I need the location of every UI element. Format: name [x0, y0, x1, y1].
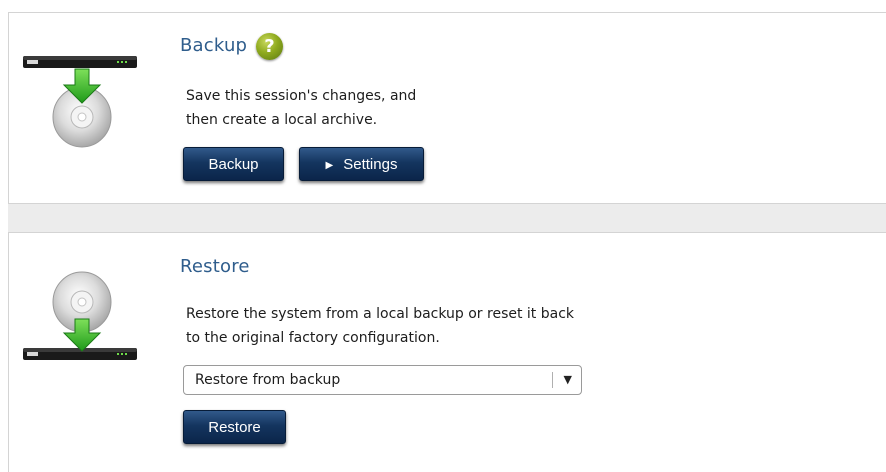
select-divider — [552, 372, 553, 388]
restore-mode-select[interactable]: Restore from backup ▼ — [183, 365, 582, 395]
restore-description-line2: to the original factory configuration. — [186, 330, 440, 346]
restore-button[interactable]: Restore — [183, 410, 286, 444]
settings-button[interactable]: ▶ Settings — [299, 147, 424, 181]
settings-button-label: Settings — [343, 156, 398, 173]
disc-upload-icon — [23, 271, 137, 360]
play-triangle-icon: ▶ — [325, 160, 334, 171]
restore-title: Restore — [180, 256, 250, 277]
help-icon[interactable]: ? — [256, 33, 283, 60]
disc-download-icon — [23, 56, 137, 148]
section-separator — [8, 204, 886, 232]
restore-button-label: Restore — [208, 419, 261, 436]
restore-mode-select-value: Restore from backup — [195, 372, 341, 388]
restore-description: Restore the system from a local backup o… — [186, 302, 606, 350]
backup-description-line2: then create a local archive. — [186, 112, 378, 128]
backup-description: Save this session's changes, and then cr… — [186, 84, 486, 132]
backup-button-label: Backup — [208, 156, 259, 173]
backup-description-line1: Save this session's changes, and — [186, 88, 417, 104]
restore-description-line1: Restore the system from a local backup o… — [186, 306, 575, 322]
chevron-down-icon[interactable]: ▼ — [564, 366, 572, 394]
backup-title: Backup — [180, 35, 248, 56]
backup-button[interactable]: Backup — [183, 147, 284, 181]
